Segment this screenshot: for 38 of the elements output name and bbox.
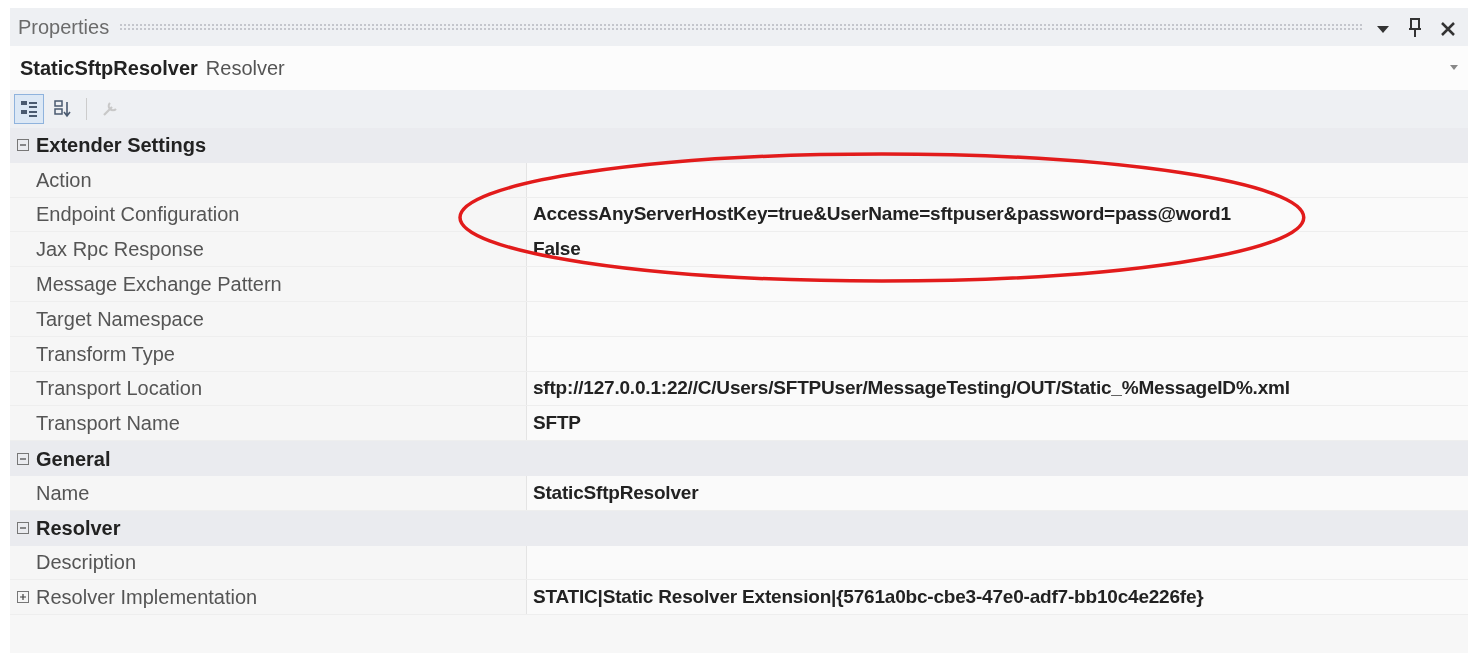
property-value-cell[interactable]: SFTP bbox=[526, 406, 1468, 441]
property-name: Endpoint Configuration bbox=[36, 202, 241, 228]
property-name: Jax Rpc Response bbox=[36, 237, 205, 263]
property-name: Action bbox=[36, 167, 93, 193]
close-icon bbox=[1440, 20, 1456, 37]
property-name: Transport Location bbox=[36, 376, 203, 402]
property-value-cell[interactable] bbox=[526, 162, 1468, 197]
object-selector[interactable]: StaticSftpResolver Resolver bbox=[10, 46, 1468, 90]
panel-title: Properties bbox=[18, 15, 110, 40]
object-name: StaticSftpResolver bbox=[20, 56, 198, 81]
property-value-cell[interactable] bbox=[526, 267, 1468, 301]
wrench-icon bbox=[101, 100, 119, 118]
property-value-cell[interactable]: sftp://127.0.0.1:22//C/Users/SFTPUser/MessageTesting/OUT/Static_%MessageID%.xml bbox=[526, 371, 1468, 406]
property-value-cell[interactable]: AccessAnyServerHostKey=true&UserName=sftpuser&password=pass@word1 bbox=[526, 197, 1468, 232]
property-name: Description bbox=[36, 550, 138, 576]
collapse-icon[interactable] bbox=[17, 139, 29, 152]
property-value-cell[interactable]: False bbox=[526, 232, 1468, 267]
object-type: Resolver bbox=[205, 56, 285, 81]
category-header: Resolver bbox=[36, 516, 121, 542]
property-name: Message Exchange Pattern bbox=[36, 272, 283, 298]
property-name: Name bbox=[36, 480, 91, 506]
pin-icon bbox=[1408, 17, 1422, 38]
property-name: Target Namespace bbox=[36, 306, 205, 332]
property-name: Transport Name bbox=[36, 411, 181, 437]
category-header: Extender Settings bbox=[36, 133, 207, 159]
property-name: Transform Type bbox=[36, 341, 176, 367]
category-list-icon bbox=[20, 100, 38, 118]
categorized-button[interactable] bbox=[14, 94, 44, 124]
property-value-cell[interactable]: StaticSftpResolver bbox=[526, 475, 1468, 510]
property-name: Resolver Implementation bbox=[36, 585, 259, 611]
collapse-icon[interactable] bbox=[17, 452, 29, 465]
dropdown-arrow-icon bbox=[1450, 65, 1458, 71]
collapse-icon[interactable] bbox=[17, 522, 29, 535]
sort-icon bbox=[54, 100, 72, 118]
expand-icon[interactable] bbox=[17, 591, 29, 604]
category-header: General bbox=[36, 446, 111, 472]
property-value-cell[interactable]: STATIC|Static Resolver Extension|{5761a0bc-cbe3-47e0-adf7-bb10c4e226fe} bbox=[526, 580, 1468, 615]
caret-icon bbox=[1376, 23, 1390, 34]
